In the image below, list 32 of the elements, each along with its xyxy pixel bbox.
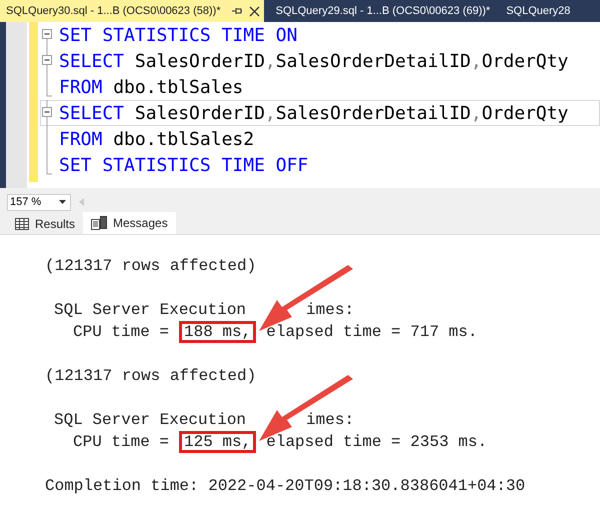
results-tab[interactable]: Results xyxy=(7,214,84,234)
code-line: FROM dbo.tblSales2 xyxy=(58,128,254,150)
document-tab[interactable]: SQLQuery28 xyxy=(500,0,574,22)
document-tab[interactable]: SQLQuery30.sql - 1...B (OCS0\00623 (58))* xyxy=(0,0,264,22)
document-tab[interactable]: SQLQuery29.sql - 1...B (OCS0\00623 (69))* xyxy=(270,0,494,22)
grid-icon xyxy=(15,218,29,230)
cpu-time-value: 125 ms, xyxy=(179,431,256,453)
code-line: SET STATISTICS TIME OFF xyxy=(58,154,308,176)
message-text: (121317 rows affected) xyxy=(45,366,258,387)
code-line: SET STATISTICS TIME ON xyxy=(58,24,298,46)
collapse-icon[interactable] xyxy=(41,100,53,126)
message-text: elapsed time = 2353 ms. xyxy=(266,432,488,453)
collapse-icon[interactable] xyxy=(41,48,53,74)
message-text: Completion time: 2022-04-20T09:18:30.8386041+04:30 xyxy=(45,476,526,497)
message-text: CPU time = xyxy=(73,432,170,453)
caret-icon xyxy=(59,200,66,204)
message-text: elapsed time = 717 ms. xyxy=(266,322,478,343)
zoom-dropdown[interactable]: 157 % xyxy=(7,194,71,210)
cpu-time-value: 188 ms, xyxy=(179,321,256,343)
message-text: SQL Server Execution xyxy=(54,300,246,321)
code-line: SELECT SalesOrderID,SalesOrderDetailID,OrderQty xyxy=(58,102,568,124)
document-icon xyxy=(91,216,108,230)
close-icon[interactable] xyxy=(248,6,260,16)
pin-icon[interactable] xyxy=(230,6,243,16)
message-text: (121317 rows affected) xyxy=(45,256,258,277)
message-text: imes: xyxy=(306,410,354,431)
code-line: SELECT SalesOrderID,SalesOrderDetailID,OrderQty xyxy=(58,50,568,72)
message-text: CPU time = xyxy=(73,322,170,343)
message-text: SQL Server Execution xyxy=(54,410,246,431)
results-tab[interactable]: Messages xyxy=(83,212,176,234)
message-text: imes: xyxy=(306,300,354,321)
code-line: FROM dbo.tblSales xyxy=(58,76,244,98)
